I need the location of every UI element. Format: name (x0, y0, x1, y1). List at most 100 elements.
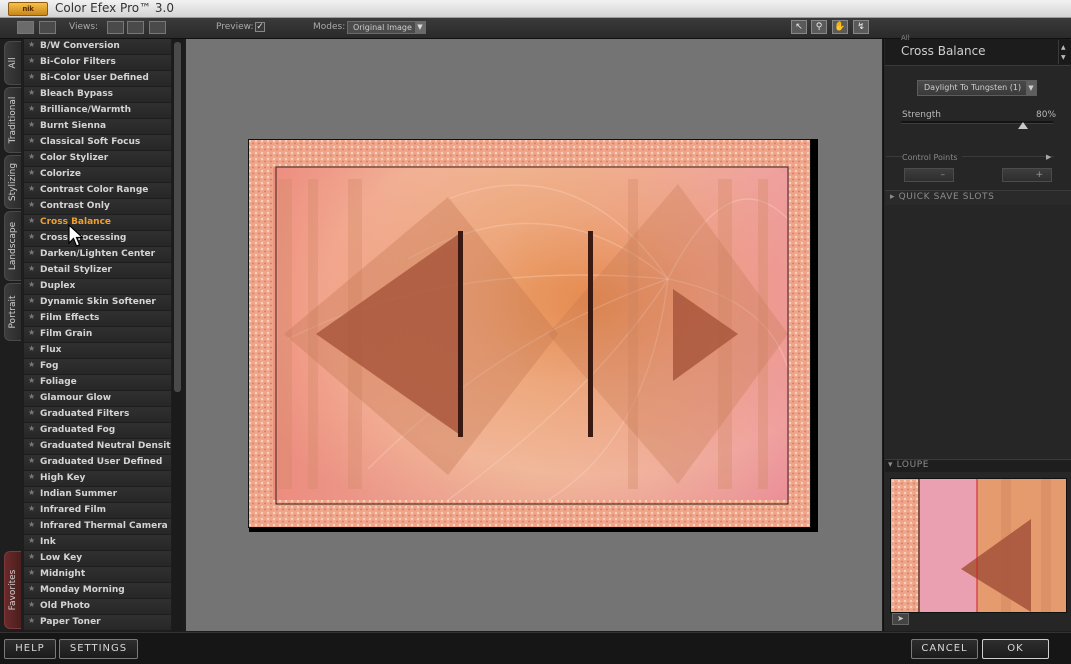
cancel-button[interactable]: CANCEL (911, 639, 978, 659)
star-icon[interactable]: ★ (28, 552, 35, 561)
chevron-down-icon[interactable]: ▼ (1061, 54, 1066, 61)
filter-list-item[interactable]: ★ Cross Processing (24, 231, 171, 247)
filter-list-item[interactable]: ★ Detail Stylizer (24, 263, 171, 279)
scrollbar-thumb[interactable] (174, 42, 181, 392)
filter-list-item[interactable]: ★ Classical Soft Focus (24, 135, 171, 151)
quick-save-slots-label[interactable]: ▸ QUICK SAVE SLOTS (890, 192, 994, 202)
modes-select[interactable]: Original Image ▼ (347, 21, 426, 34)
filter-list-item[interactable]: ★ Infrared Film (24, 503, 171, 519)
star-icon[interactable]: ★ (28, 616, 35, 625)
settings-button[interactable]: SETTINGS (59, 639, 138, 659)
filter-list-item[interactable]: ★ Foliage (24, 375, 171, 391)
filter-list-item[interactable]: ★ Old Photo (24, 599, 171, 615)
hand-tool-icon[interactable]: ✋ (832, 20, 848, 34)
filter-list-item[interactable]: ★ Color Stylizer (24, 151, 171, 167)
filter-list-item[interactable]: ★ Fog (24, 359, 171, 375)
filter-list-item[interactable]: ★ Ink (24, 535, 171, 551)
filter-list-item[interactable]: ★ Graduated Fog (24, 423, 171, 439)
filter-list-item[interactable]: ★ Colorize (24, 167, 171, 183)
star-icon[interactable]: ★ (28, 104, 35, 113)
tab-favorites[interactable]: Favorites (4, 551, 21, 629)
star-icon[interactable]: ★ (28, 312, 35, 321)
star-icon[interactable]: ★ (28, 440, 35, 449)
tab-portrait[interactable]: Portrait (4, 283, 21, 341)
filter-list-item[interactable]: ★ Darken/Lighten Center (24, 247, 171, 263)
split-pane-layout-button[interactable] (39, 21, 56, 34)
filter-list-item[interactable]: ★ Contrast Color Range (24, 183, 171, 199)
filter-list-item[interactable]: ★ Flux (24, 343, 171, 359)
filter-list-item[interactable]: ★ Film Grain (24, 327, 171, 343)
filter-list-item[interactable]: ★ Infrared Thermal Camera (24, 519, 171, 535)
star-icon[interactable]: ★ (28, 344, 35, 353)
star-icon[interactable]: ★ (28, 216, 35, 225)
star-icon[interactable]: ★ (28, 152, 35, 161)
star-icon[interactable]: ★ (28, 264, 35, 273)
eyedropper-tool-icon[interactable]: ↯ (853, 20, 869, 34)
filter-list-item[interactable]: ★ Cross Balance (24, 215, 171, 231)
star-icon[interactable]: ★ (28, 392, 35, 401)
filter-list-item[interactable]: ★ Paper Toner (24, 615, 171, 631)
add-control-point-button[interactable]: + (1002, 168, 1052, 182)
filter-list-item[interactable]: ★ Graduated Neutral Density (24, 439, 171, 455)
filter-list-item[interactable]: ★ Graduated User Defined (24, 455, 171, 471)
filter-list-item[interactable]: ★ High Key (24, 471, 171, 487)
filter-list-item[interactable]: ★ Indian Summer (24, 487, 171, 503)
pin-icon[interactable]: ➤ (892, 613, 909, 625)
filter-list-item[interactable]: ★ Graduated Filters (24, 407, 171, 423)
strength-slider-thumb[interactable] (1017, 122, 1028, 129)
star-icon[interactable]: ★ (28, 168, 35, 177)
filter-list-item[interactable]: ★ Brilliance/Warmth (24, 103, 171, 119)
filter-list-item[interactable]: ★ Film Effects (24, 311, 171, 327)
filter-list-item[interactable]: ★ Burnt Sienna (24, 119, 171, 135)
method-select[interactable]: Daylight To Tungsten (1) ▼ (917, 80, 1037, 96)
tab-traditional[interactable]: Traditional (4, 87, 21, 153)
star-icon[interactable]: ★ (28, 56, 35, 65)
filter-list-item[interactable]: ★ B/W Conversion (24, 39, 171, 55)
filter-list-item[interactable]: ★ Bi-Color User Defined (24, 71, 171, 87)
filter-list-item[interactable]: ★ Low Key (24, 551, 171, 567)
filter-list-item[interactable]: ★ Bleach Bypass (24, 87, 171, 103)
side-by-side-view-button[interactable] (149, 21, 166, 34)
star-icon[interactable]: ★ (28, 376, 35, 385)
star-icon[interactable]: ★ (28, 360, 35, 369)
chevron-up-icon[interactable]: ▲ (1061, 44, 1066, 51)
tab-stylizing[interactable]: Stylizing (4, 155, 21, 209)
filter-list-item[interactable]: ★ Dynamic Skin Softener (24, 295, 171, 311)
star-icon[interactable]: ★ (28, 504, 35, 513)
star-icon[interactable]: ★ (28, 136, 35, 145)
star-icon[interactable]: ★ (28, 488, 35, 497)
chevron-right-icon[interactable]: ▶ (1046, 153, 1051, 161)
star-icon[interactable]: ★ (28, 184, 35, 193)
tab-landscape[interactable]: Landscape (4, 211, 21, 281)
zoom-tool-icon[interactable]: ⚲ (811, 20, 827, 34)
filter-list-item[interactable]: ★ Midnight (24, 567, 171, 583)
tab-all[interactable]: All (4, 41, 21, 85)
split-view-button[interactable] (127, 21, 144, 34)
arrow-tool-icon[interactable]: ↖ (791, 20, 807, 34)
star-icon[interactable]: ★ (28, 568, 35, 577)
star-icon[interactable]: ★ (28, 520, 35, 529)
star-icon[interactable]: ★ (28, 584, 35, 593)
filter-list-item[interactable]: ★ Bi-Color Filters (24, 55, 171, 71)
star-icon[interactable]: ★ (28, 72, 35, 81)
star-icon[interactable]: ★ (28, 280, 35, 289)
star-icon[interactable]: ★ (28, 456, 35, 465)
ok-button[interactable]: OK (982, 639, 1049, 659)
strength-slider[interactable] (901, 121, 1053, 124)
single-pane-layout-button[interactable] (17, 21, 34, 34)
filter-list-item[interactable]: ★ Glamour Glow (24, 391, 171, 407)
star-icon[interactable]: ★ (28, 232, 35, 241)
preview-image[interactable] (248, 139, 811, 528)
star-icon[interactable]: ★ (28, 88, 35, 97)
filter-list-item[interactable]: ★ Monday Morning (24, 583, 171, 599)
filter-header-arrows[interactable]: ▲ ▼ (1058, 40, 1071, 64)
star-icon[interactable]: ★ (28, 424, 35, 433)
loupe-label[interactable]: ▾ LOUPE (888, 460, 929, 470)
help-button[interactable]: HELP (4, 639, 56, 659)
preview-checkbox[interactable]: ✓ (255, 22, 265, 32)
star-icon[interactable]: ★ (28, 120, 35, 129)
star-icon[interactable]: ★ (28, 472, 35, 481)
single-view-button[interactable] (107, 21, 124, 34)
star-icon[interactable]: ★ (28, 328, 35, 337)
filter-list-item[interactable]: ★ Duplex (24, 279, 171, 295)
